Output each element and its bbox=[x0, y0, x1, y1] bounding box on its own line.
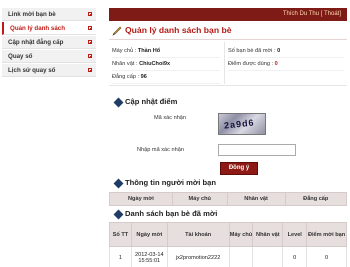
character-value: ChiuChoi9x bbox=[139, 61, 171, 67]
column-header: Nhân vật bbox=[252, 222, 284, 247]
main-content: Thích Du Thu [ Thoát] Quản lý danh sách … bbox=[109, 8, 347, 267]
page-header: Quản lý danh sách bạn bè bbox=[109, 23, 347, 40]
captcha-text: 2a9d6 bbox=[223, 117, 255, 131]
points-label: Điểm được dùng : bbox=[228, 61, 274, 67]
server-row: Máy chủ : Thần Hổ bbox=[112, 45, 220, 58]
friends-row: Số bạn bè đã mời : 0 bbox=[228, 45, 344, 58]
logout-link[interactable]: [ Thoát] bbox=[321, 11, 341, 17]
level-label: Đẳng cấp : bbox=[112, 74, 140, 80]
diamond-bullet-icon bbox=[113, 209, 124, 220]
level-row: Đẳng cấp : 96 bbox=[112, 71, 220, 84]
pen-icon bbox=[112, 26, 122, 36]
page-title: Quản lý danh sách bạn bè bbox=[125, 25, 232, 35]
column-header: Máy chủ bbox=[228, 222, 254, 247]
points-value: 0 bbox=[274, 61, 278, 67]
server-value: Thần Hổ bbox=[137, 48, 161, 54]
captcha-label: Mã xác nhận bbox=[154, 115, 187, 121]
column-header: Ngày mời bbox=[130, 222, 168, 247]
sidebar-item-manage-list[interactable]: Quản lý danh sách bbox=[2, 22, 96, 35]
character-row: Nhân vật : ChiuChoi9x bbox=[112, 58, 220, 71]
column-header: Nhân vật bbox=[226, 192, 286, 206]
column-header: Ngày mời bbox=[109, 192, 173, 206]
column-header: Điểm mời bạn bbox=[306, 222, 347, 247]
column-header: Level bbox=[282, 222, 308, 247]
captcha-input-label: Nhập mã xác nhận bbox=[137, 147, 184, 153]
friends-label: Số bạn bè đã mời : bbox=[228, 48, 276, 54]
sidebar-item-label: Cập nhật đẳng cấp bbox=[8, 39, 64, 46]
row-level: 0 bbox=[282, 246, 308, 267]
update-section-title: Cập nhật điểm bbox=[125, 97, 178, 106]
row-points: 0 bbox=[306, 246, 347, 267]
username: Thích Du Thu bbox=[282, 11, 320, 17]
column-header: Tài khoản bbox=[166, 222, 230, 247]
submit-button[interactable]: Đồng ý bbox=[220, 162, 258, 175]
row-account: jx2promotion2222 bbox=[166, 246, 230, 267]
sidebar-item-label: Link mời bạn bè bbox=[8, 11, 56, 18]
sidebar-item-label: Lịch sử quay số bbox=[8, 67, 56, 74]
sidebar: Link mời bạn bè Quản lý danh sách Cập nh… bbox=[2, 8, 96, 78]
row-date: 2012-03-14 15:55:01 bbox=[130, 246, 168, 267]
row-server bbox=[228, 246, 254, 267]
square-bullet-icon bbox=[88, 40, 92, 44]
inviter-section-title: Thông tin người mời bạn bbox=[125, 178, 216, 187]
square-bullet-icon bbox=[88, 68, 92, 72]
sidebar-item-spin-history[interactable]: Lịch sử quay số bbox=[2, 64, 96, 77]
column-header: Máy chủ bbox=[171, 192, 228, 206]
column-header: Đẳng cấp bbox=[284, 192, 347, 206]
row-character bbox=[252, 246, 284, 267]
info-right: Số bạn bè đã mời : 0 Điểm được dùng : 0 bbox=[228, 45, 344, 71]
row-number: 1 bbox=[109, 246, 132, 267]
square-bullet-icon bbox=[88, 12, 92, 16]
square-bullet-icon bbox=[88, 26, 92, 30]
sidebar-item-update-level[interactable]: Cập nhật đẳng cấp bbox=[2, 36, 96, 49]
diamond-bullet-icon bbox=[113, 178, 124, 189]
server-label: Máy chủ : bbox=[112, 48, 137, 54]
captcha-image: 2a9d6 bbox=[218, 113, 266, 135]
table-header-row: Số TT Ngày mời Tài khoản Máy chủ Nhân vậ… bbox=[109, 222, 347, 247]
level-value: 96 bbox=[140, 74, 147, 80]
friends-value: 0 bbox=[277, 48, 281, 54]
character-label: Nhân vật : bbox=[112, 61, 138, 67]
divider bbox=[224, 42, 225, 84]
diamond-bullet-icon bbox=[113, 97, 124, 108]
points-row: Điểm được dùng : 0 bbox=[228, 58, 344, 71]
sidebar-item-spin[interactable]: Quay số bbox=[2, 50, 96, 63]
column-header: Số TT bbox=[109, 222, 132, 247]
account-info: Máy chủ : Thần Hổ Nhân vật : ChiuChoi9x … bbox=[109, 40, 347, 86]
info-left: Máy chủ : Thần Hổ Nhân vật : ChiuChoi9x … bbox=[112, 45, 220, 84]
table-row: 1 2012-03-14 15:55:01 jx2promotion2222 0… bbox=[109, 246, 347, 267]
captcha-input[interactable] bbox=[218, 144, 296, 156]
sidebar-item-label: Quản lý danh sách bbox=[10, 25, 66, 32]
top-bar: Thích Du Thu [ Thoát] bbox=[109, 8, 347, 21]
invited-table: Số TT Ngày mời Tài khoản Máy chủ Nhân vậ… bbox=[109, 222, 347, 267]
sidebar-item-label: Quay số bbox=[8, 53, 33, 60]
inviter-table: Ngày mời Máy chủ Nhân vật Đẳng cấp bbox=[109, 192, 347, 206]
table-header-row: Ngày mời Máy chủ Nhân vật Đẳng cấp bbox=[109, 192, 347, 206]
square-bullet-icon bbox=[88, 54, 92, 58]
invited-section-title: Danh sách bạn bè đã mời bbox=[125, 209, 218, 218]
sidebar-item-invite-link[interactable]: Link mời bạn bè bbox=[2, 8, 96, 21]
